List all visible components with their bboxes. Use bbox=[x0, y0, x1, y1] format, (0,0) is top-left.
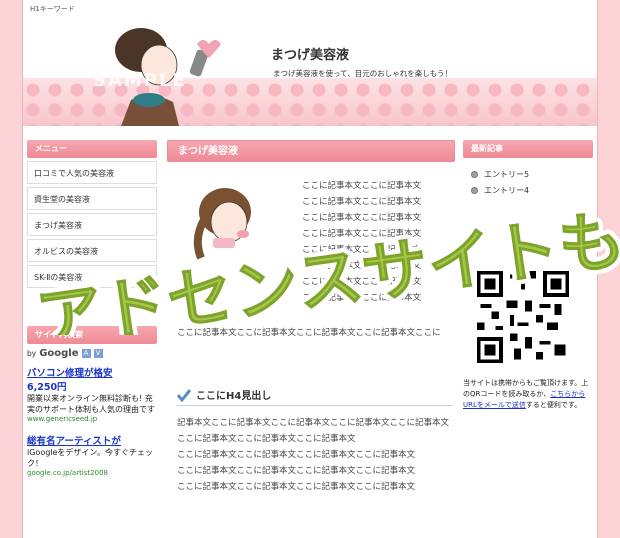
recent-entry-label[interactable]: エントリー4 bbox=[484, 185, 529, 196]
article-heading: まつげ美容液 bbox=[167, 140, 455, 162]
bullet-icon bbox=[471, 170, 478, 178]
menu-heading: メニュー bbox=[27, 140, 157, 158]
article-side-text: ここに記事本文ここに記事本文 ここに記事本文ここに記事本文 ここに記事本文ここに… bbox=[302, 178, 452, 306]
bullet-icon bbox=[471, 186, 478, 194]
main-content: まつげ美容液 ここに記事本文ここに記事本文 ここに記事本文ここに記事本文 ここに… bbox=[167, 140, 455, 492]
right-sidebar: 最新記事 エントリー5 エントリー4 当サイトは携帯からもご覧頂けます。上のQR… bbox=[463, 140, 593, 409]
text-line: ここに記事本文ここに記事本文 bbox=[302, 293, 422, 303]
text-line: ここに記事本文ここに記事本文ここに記事本文ここに記事本文 bbox=[177, 482, 416, 492]
ad-text: iGoogleをデザイン。今すぐチェック！ bbox=[27, 448, 153, 468]
text-line: ここに記事本文ここに記事本文 bbox=[302, 181, 422, 191]
text-line: ここに記事本文ここに記事本文 bbox=[302, 197, 422, 207]
menu-item[interactable]: オルビスの美容液 bbox=[27, 239, 157, 262]
ad-url[interactable]: google.co.jp/artist2008 bbox=[27, 469, 157, 477]
text-line: ここに記事本文ここに記事本文 bbox=[302, 277, 422, 287]
ad-choice-icon[interactable]: A bbox=[81, 349, 91, 358]
search-heading: サイト内検索 bbox=[27, 326, 157, 344]
article-body: 記事本文ここに記事本文ここに記事本文ここに記事本文ここに記事本文 ここに記事本文… bbox=[177, 415, 457, 495]
ad-price: 6,250円 bbox=[27, 382, 67, 393]
checkmark-icon bbox=[177, 388, 191, 402]
recent-heading: 最新記事 bbox=[463, 140, 593, 158]
ad-choice-icon-2[interactable]: V bbox=[93, 349, 103, 358]
text-line: ここに記事本文ここに記事本文ここに記事本文ここに記事本文 bbox=[177, 466, 416, 476]
ad-text: 開業以来オンライン無料診断も! 充実のサポート体制も人気の理由です bbox=[27, 394, 155, 414]
h4-heading: ここにH4見出し bbox=[177, 384, 452, 406]
recent-entry[interactable]: エントリー5 bbox=[463, 166, 593, 182]
site-description: まつげ美容液を使って、目元のおしゃれを楽しもう！ bbox=[273, 69, 453, 78]
site-header: SAMPLE まつげ美容液 まつげ美容液を使って、目元のおしゃれを楽しもう！ bbox=[23, 14, 597, 126]
ad-unit[interactable]: 総有名アーティストが iGoogleをデザイン。今すぐチェック！ google.… bbox=[27, 433, 157, 477]
recent-entry-label[interactable]: エントリー5 bbox=[484, 169, 529, 180]
ad-title[interactable]: 総有名アーティストが bbox=[27, 433, 157, 447]
article-paragraph: ここに記事本文ここに記事本文ここに記事本文ここに記事本文ここに bbox=[177, 328, 441, 338]
menu-item[interactable]: 資生堂の美容液 bbox=[27, 187, 157, 210]
left-sidebar: メニュー 口コミで人気の美容液 資生堂の美容液 まつげ美容液 オルビスの美容液 … bbox=[27, 140, 157, 477]
text-line: ここに記事本文ここに記事本文 bbox=[302, 245, 422, 255]
menu-item[interactable]: まつげ美容液 bbox=[27, 213, 157, 236]
site-title[interactable]: まつげ美容液 bbox=[271, 44, 349, 63]
text-line: ここに記事本文ここに記事本文ここに記事本文 bbox=[177, 434, 356, 444]
recent-list: エントリー5 エントリー4 bbox=[463, 166, 593, 198]
text-line: ここに記事本文ここに記事本文 bbox=[302, 229, 422, 239]
qr-note-tail: すると便利です。 bbox=[525, 401, 582, 409]
menu-list: 口コミで人気の美容液 資生堂の美容液 まつげ美容液 オルビスの美容液 SK-Ⅱの… bbox=[27, 161, 157, 288]
text-line: 記事本文ここに記事本文ここに記事本文ここに記事本文ここに記事本文 bbox=[177, 418, 450, 428]
google-logo: Google bbox=[39, 348, 79, 359]
sample-watermark: SAMPLE bbox=[93, 70, 187, 91]
h1-keyword: H1キーワード bbox=[30, 5, 75, 13]
menu-item[interactable]: SK-Ⅱの美容液 bbox=[27, 265, 157, 288]
menu-item[interactable]: 口コミで人気の美容液 bbox=[27, 161, 157, 184]
google-attribution: by Google A V bbox=[27, 348, 157, 359]
text-line: ここに記事本文ここに記事本文 bbox=[302, 261, 422, 271]
ad-unit[interactable]: パソコン修理が格安 6,250円 開業以来オンライン無料診断も! 充実のサポート… bbox=[27, 365, 157, 423]
powered-by-label: by bbox=[27, 349, 37, 358]
article-illustration bbox=[193, 188, 251, 260]
qr-note: 当サイトは携帯からもご覧頂けます。上のQRコードを読み取るか、こちらからURLを… bbox=[463, 378, 591, 411]
text-line: ここに記事本文ここに記事本文ここに記事本文ここに記事本文 bbox=[177, 450, 416, 460]
recent-entry[interactable]: エントリー4 bbox=[463, 182, 593, 198]
qr-code bbox=[477, 271, 569, 363]
h4-heading-label: ここにH4見出し bbox=[196, 391, 272, 402]
ad-url[interactable]: www.genericseed.jp bbox=[27, 415, 157, 423]
text-line: ここに記事本文ここに記事本文 bbox=[302, 213, 422, 223]
ad-title[interactable]: パソコン修理が格安 bbox=[27, 365, 157, 379]
